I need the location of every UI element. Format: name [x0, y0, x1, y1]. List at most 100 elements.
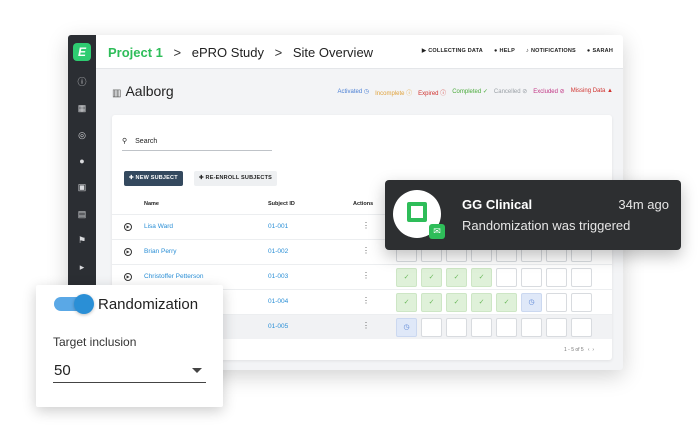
- image-icon[interactable]: ▣: [77, 182, 87, 192]
- breadcrumb-project[interactable]: Project 1: [108, 45, 163, 60]
- subject-name[interactable]: Brian Perry: [144, 248, 177, 255]
- visit-cell-completed[interactable]: ✓: [421, 268, 442, 287]
- flag-icon[interactable]: ⚑: [77, 235, 87, 245]
- visit-cell-empty[interactable]: [521, 268, 542, 287]
- target-inclusion-label: Target inclusion: [53, 335, 137, 349]
- subject-id[interactable]: 01-004: [268, 298, 288, 305]
- visit-cell-empty[interactable]: [446, 318, 467, 337]
- more-actions-icon[interactable]: ⋮: [362, 221, 370, 230]
- top-nav: ▶ COLLECTING DATA ● HELP ♪ NOTIFICATIONS ● S…: [422, 48, 613, 54]
- legend-label: Missing Data: [570, 88, 606, 94]
- visit-cell-completed[interactable]: ✓: [471, 268, 492, 287]
- expand-icon[interactable]: ▸: [77, 262, 87, 272]
- user-menu[interactable]: ● SARAH: [587, 48, 613, 54]
- subject-id[interactable]: 01-003: [268, 273, 288, 280]
- visit-cell-empty[interactable]: [496, 268, 517, 287]
- visit-cell-completed[interactable]: ✓: [396, 268, 417, 287]
- subject-name[interactable]: Lisa Ward: [144, 223, 173, 230]
- warning-icon: ▲: [607, 88, 613, 94]
- column-header-subject-id[interactable]: Subject ID: [268, 201, 295, 207]
- alert-icon[interactable]: ●: [77, 156, 87, 166]
- globe-icon[interactable]: ◎: [77, 130, 87, 140]
- column-header-name[interactable]: Name: [144, 201, 159, 207]
- app-logo[interactable]: E: [73, 43, 91, 61]
- legend-incomplete: Incomplete ⓘ: [375, 88, 412, 97]
- visit-cell-empty[interactable]: [546, 268, 567, 287]
- visit-cell-completed[interactable]: ✓: [396, 293, 417, 312]
- legend-activated: Activated ◷: [338, 88, 370, 97]
- legend-label: Excluded: [533, 89, 558, 95]
- info-icon: ⓘ: [440, 91, 447, 97]
- legend-missing-data: Missing Data ▲: [571, 88, 613, 97]
- visit-cell-empty[interactable]: [571, 318, 592, 337]
- chevron-down-icon: [192, 368, 202, 373]
- visit-cell-completed[interactable]: ✓: [496, 293, 517, 312]
- subject-id[interactable]: 01-001: [268, 223, 288, 230]
- notification-sender: GG Clinical: [462, 197, 533, 212]
- legend-label: Incomplete: [375, 91, 405, 97]
- pager-range: 1 - 5 of 5: [563, 347, 584, 353]
- chevron-left-icon[interactable]: ‹: [588, 347, 590, 353]
- visit-cell-completed[interactable]: ✓: [471, 293, 492, 312]
- notification-toast[interactable]: ✉ GG Clinical 34m ago Randomization was …: [385, 180, 681, 250]
- target-inclusion-value: 50: [54, 362, 71, 379]
- breadcrumb: Project 1 > ePRO Study > Site Overview: [108, 45, 373, 60]
- grid-icon[interactable]: ▦: [77, 103, 87, 113]
- help-link[interactable]: ● HELP: [494, 48, 515, 54]
- visit-cell-empty[interactable]: [521, 318, 542, 337]
- collecting-data-link[interactable]: ▶ COLLECTING DATA: [422, 48, 483, 54]
- visit-cell-activated[interactable]: ◷: [521, 293, 542, 312]
- randomization-panel: Randomization Target inclusion 50: [36, 285, 223, 407]
- subject-id[interactable]: 01-002: [268, 248, 288, 255]
- play-icon[interactable]: ▶: [124, 223, 132, 231]
- info-icon[interactable]: ⓘ: [77, 77, 87, 87]
- visit-cell-empty[interactable]: [571, 293, 592, 312]
- status-legend: Activated ◷ Incomplete ⓘ Expired ⓘ Compl…: [338, 88, 614, 97]
- visit-cell-activated[interactable]: ◷: [396, 318, 417, 337]
- reenroll-label: RE-ENROLL SUBJECTS: [205, 175, 272, 181]
- cancel-icon: ⊘: [522, 89, 528, 95]
- new-subject-label: NEW SUBJECT: [135, 175, 178, 181]
- breadcrumb-study[interactable]: ePRO Study: [192, 45, 264, 60]
- play-icon: ▶: [421, 48, 427, 54]
- visit-cell-empty[interactable]: [546, 318, 567, 337]
- clock-icon: ◷: [363, 89, 370, 95]
- visit-cell-completed[interactable]: ✓: [446, 268, 467, 287]
- randomization-label: Randomization: [98, 296, 199, 313]
- more-actions-icon[interactable]: ⋮: [362, 271, 370, 280]
- legend-label: Cancelled: [493, 89, 521, 95]
- subject-id[interactable]: 01-005: [268, 323, 288, 330]
- visit-cell-empty[interactable]: [546, 293, 567, 312]
- column-header-actions: Actions: [353, 201, 374, 207]
- notification-message: Randomization was triggered: [462, 218, 631, 233]
- chevron-right-icon[interactable]: ›: [592, 347, 594, 353]
- play-icon[interactable]: ▶: [124, 248, 132, 256]
- more-actions-icon[interactable]: ⋮: [362, 321, 370, 330]
- visit-cell-empty[interactable]: [496, 318, 517, 337]
- randomization-toggle[interactable]: [54, 294, 94, 314]
- more-actions-icon[interactable]: ⋮: [362, 296, 370, 305]
- visit-cell-empty[interactable]: [571, 268, 592, 287]
- search-label: Search: [135, 138, 158, 145]
- breadcrumb-separator: >: [173, 45, 182, 60]
- check-icon: ✓: [482, 89, 488, 95]
- visit-cell-completed[interactable]: ✓: [446, 293, 467, 312]
- legend-expired: Expired ⓘ: [418, 88, 446, 97]
- target-inclusion-select[interactable]: 50: [53, 359, 206, 383]
- notifications-link[interactable]: ♪ NOTIFICATIONS: [526, 48, 576, 54]
- search-input[interactable]: ⚲ Search: [122, 137, 272, 151]
- reenroll-subjects-button[interactable]: ✚ RE-ENROLL SUBJECTS: [194, 171, 277, 186]
- subject-name[interactable]: Christoffer Petterson: [144, 273, 204, 280]
- play-icon[interactable]: ▶: [124, 273, 132, 281]
- more-actions-icon[interactable]: ⋮: [362, 246, 370, 255]
- document-icon[interactable]: ▤: [77, 209, 87, 219]
- top-bar: Project 1 > ePRO Study > Site Overview ▶…: [96, 35, 623, 69]
- visit-cell-empty[interactable]: [471, 318, 492, 337]
- notifications-label: NOTIFICATIONS: [530, 48, 576, 54]
- new-subject-button[interactable]: ✚ NEW SUBJECT: [124, 171, 183, 186]
- legend-label: Expired: [418, 91, 439, 97]
- toggle-knob: [74, 294, 94, 314]
- bell-icon: ♪: [525, 48, 529, 54]
- visit-cell-completed[interactable]: ✓: [421, 293, 442, 312]
- visit-cell-empty[interactable]: [421, 318, 442, 337]
